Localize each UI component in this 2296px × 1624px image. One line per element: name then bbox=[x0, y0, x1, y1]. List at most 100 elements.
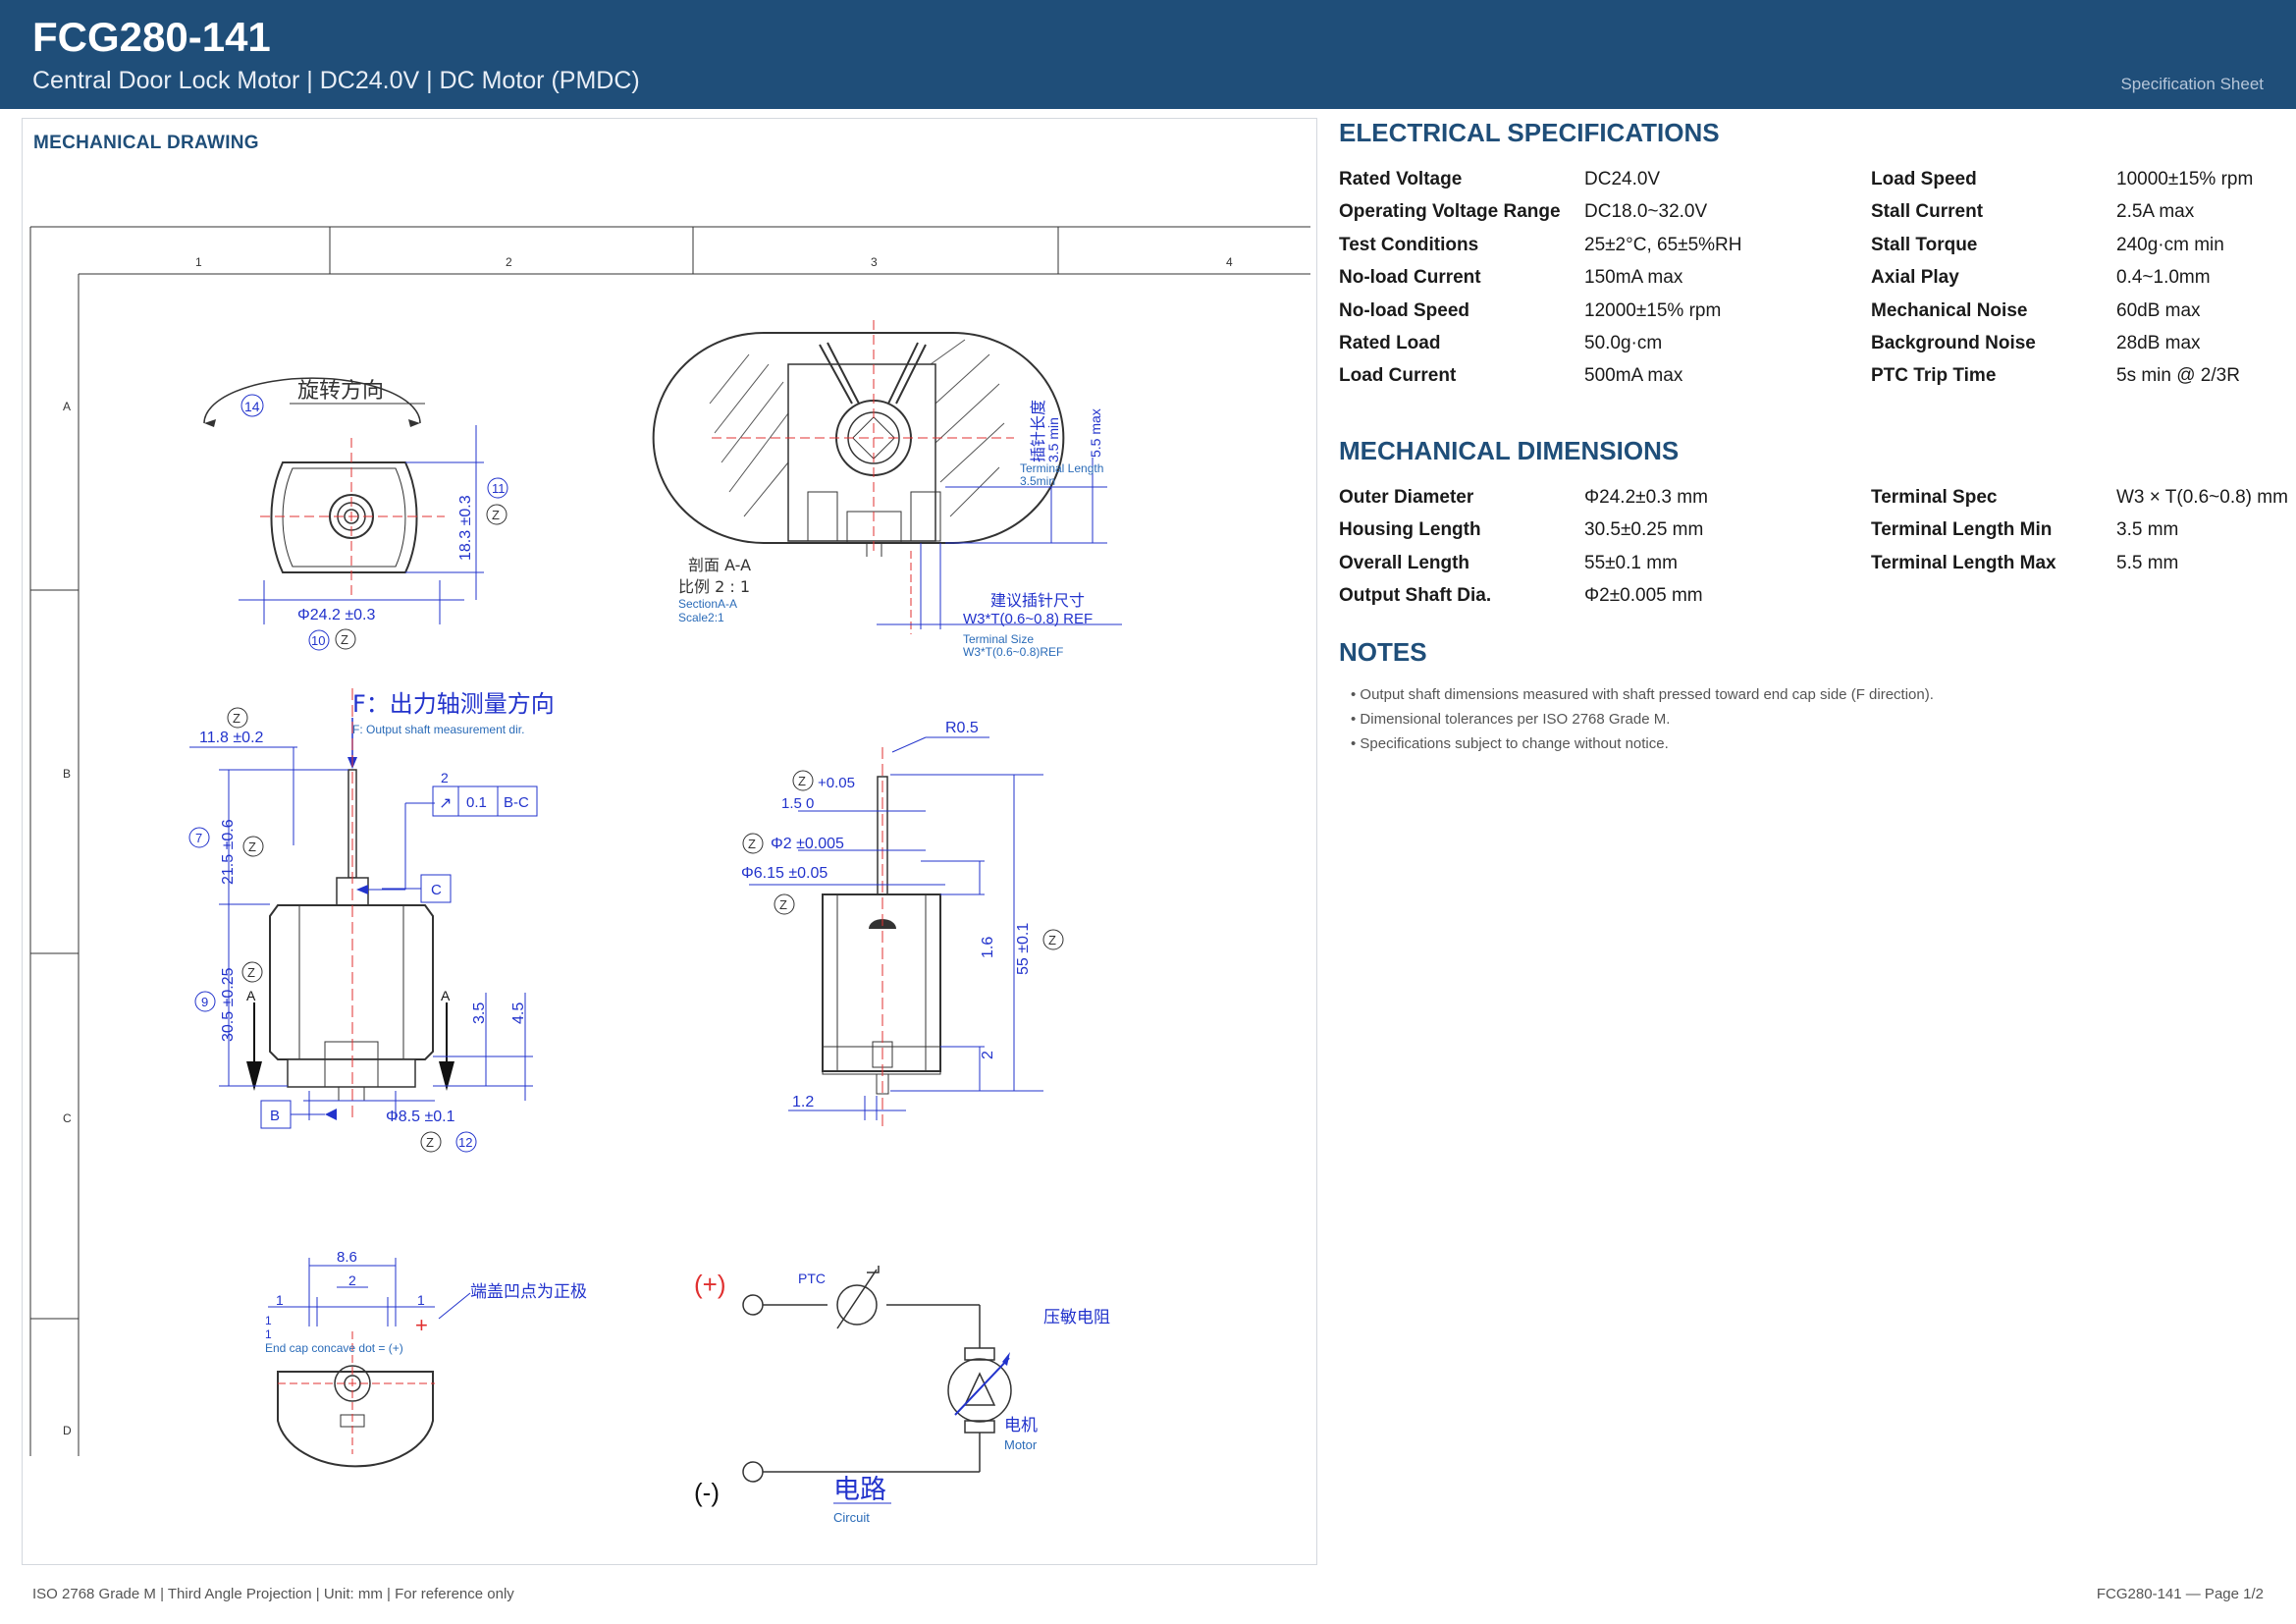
spec-key: Terminal Length Min bbox=[1871, 519, 2053, 541]
z-mark-2: Z bbox=[341, 632, 348, 647]
section-a-left: A bbox=[246, 988, 256, 1003]
spec-key: Output Shaft Dia. bbox=[1339, 584, 1492, 606]
frame-row-c: C bbox=[63, 1111, 72, 1125]
spec-value: 60dB max bbox=[2116, 299, 2201, 321]
z-mark-7: Z bbox=[798, 774, 806, 788]
pin-size-cn: 建议插针尺寸 bbox=[990, 591, 1085, 610]
z-mark-3: Z bbox=[233, 711, 240, 726]
scale-en: Scale2:1 bbox=[678, 611, 724, 624]
bubble-9: 9 bbox=[201, 995, 208, 1009]
spec-value: DC24.0V bbox=[1584, 169, 1661, 189]
spec-value: Φ24.2±0.3 mm bbox=[1584, 486, 1708, 508]
end-view-top: 旋转方向 14 18.3 ±0.3 11 Z Φ24.2 ±0.3 10 Z bbox=[203, 377, 508, 651]
section-en: SectionA-A bbox=[678, 597, 737, 611]
specifications-column: ELECTRICAL SPECIFICATIONS Rated Voltage … bbox=[1339, 118, 2296, 756]
dim-55: 55 ±0.1 bbox=[1015, 923, 1032, 975]
spec-value: 3.5 mm bbox=[2116, 519, 2179, 541]
spec-key: Housing Length bbox=[1339, 519, 1481, 541]
force-direction-en: F: Output shaft measurement dir. bbox=[352, 723, 524, 736]
dim-1-6: 1.6 bbox=[980, 937, 996, 958]
mechanical-title: MECHANICAL DIMENSIONS bbox=[1339, 435, 1680, 465]
dim-2-endcap: 2 bbox=[348, 1272, 356, 1288]
circuit-cn-label: 电路 bbox=[833, 1475, 886, 1505]
end-cap-plus: + bbox=[415, 1313, 428, 1337]
dim-diameter-24-2: Φ24.2 ±0.3 bbox=[297, 607, 375, 623]
spec-key: Terminal Spec bbox=[1871, 486, 1998, 508]
dim-11-8: 11.8 ±0.2 bbox=[199, 730, 264, 746]
spec-value: 28dB max bbox=[2116, 332, 2201, 353]
spec-value: 30.5±0.25 mm bbox=[1584, 519, 1704, 541]
spec-value: 5s min @ 2/3R bbox=[2116, 365, 2240, 387]
datum-b: B bbox=[270, 1108, 280, 1124]
spec-key: Terminal Length Max bbox=[1871, 552, 2056, 573]
bubble-14: 14 bbox=[244, 399, 260, 414]
spec-value: 12000±15% rpm bbox=[1584, 299, 1722, 321]
end-cap-polarity-cn: 端盖凹点为正极 bbox=[470, 1282, 587, 1302]
spec-value: 0.4~1.0mm bbox=[2116, 267, 2211, 289]
notes-list: • Output shaft dimensions measured with … bbox=[1339, 682, 2296, 756]
circuit-diagram: (+) (-) PTC 压敏电阻 电机 Motor 电路 Circuit bbox=[694, 1266, 1110, 1525]
sheet-label: Specification Sheet bbox=[2120, 75, 2264, 93]
spec-value: 10000±15% rpm bbox=[2116, 169, 2254, 189]
spec-value: 500mA max bbox=[1584, 365, 1683, 387]
varistor-label: 压敏电阻 bbox=[1043, 1308, 1110, 1327]
side-view: F：出力轴测量方向 F: Output shaft measurement di… bbox=[188, 688, 555, 1153]
terminal-size-dim: W3*T(0.6~0.8)REF bbox=[963, 645, 1063, 659]
dim-1-2: 1.2 bbox=[792, 1094, 814, 1110]
dim-1-a: 1 bbox=[265, 1314, 272, 1327]
dim-1-left: 1 bbox=[276, 1292, 284, 1308]
dim-phi-6-15: Φ6.15 ±0.05 bbox=[741, 865, 828, 882]
spec-key: Rated Voltage bbox=[1339, 169, 1463, 189]
z-mark-1: Z bbox=[492, 508, 500, 522]
dim-1-right: 1 bbox=[417, 1292, 425, 1308]
circuit-en-label: Circuit bbox=[833, 1510, 870, 1525]
spec-key: Outer Diameter bbox=[1339, 486, 1474, 508]
radius-r05: R0.5 bbox=[945, 720, 979, 736]
spec-value: Φ2±0.005 mm bbox=[1584, 584, 1703, 606]
spec-key: Stall Torque bbox=[1871, 234, 1978, 255]
frame-col-3: 3 bbox=[871, 255, 878, 269]
tol-num-2: 2 bbox=[441, 770, 449, 785]
ptc-label: PTC bbox=[798, 1271, 826, 1286]
circuit-minus: (-) bbox=[694, 1478, 720, 1507]
datum-c: C bbox=[431, 882, 442, 898]
note-item: • Dimensional tolerances per ISO 2768 Gr… bbox=[1351, 711, 1671, 729]
header-bar: FCG280-141 Central Door Lock Motor | DC2… bbox=[0, 0, 2296, 109]
dim-3-5-min: 3.5 min bbox=[1045, 417, 1061, 462]
z-mark-5: Z bbox=[247, 965, 255, 980]
note-item: • Output shaft dimensions measured with … bbox=[1351, 686, 1934, 704]
spec-key: Background Noise bbox=[1871, 332, 2036, 353]
z-mark-6: Z bbox=[426, 1135, 434, 1150]
force-direction-title: F：出力轴测量方向 bbox=[352, 690, 555, 718]
spec-value: 5.5 mm bbox=[2116, 552, 2179, 573]
spec-value: W3 × T(0.6~0.8) mm bbox=[2116, 486, 2288, 508]
spec-key: Load Current bbox=[1339, 365, 1457, 387]
electrical-title: ELECTRICAL SPECIFICATIONS bbox=[1339, 118, 1720, 147]
dim-1-b: 1 bbox=[265, 1327, 272, 1341]
mechanical-table: Outer Diameter Φ24.2±0.3 mm Terminal Spe… bbox=[1339, 481, 2296, 613]
rotation-label: 旋转方向 bbox=[297, 379, 384, 404]
terminal-size-label: Terminal Size bbox=[963, 632, 1034, 646]
spec-key: Overall Length bbox=[1339, 552, 1470, 573]
terminal-length-min: 3.5min bbox=[1020, 474, 1055, 488]
z-mark-4: Z bbox=[248, 839, 256, 854]
spec-value: 2.5A max bbox=[2116, 201, 2195, 223]
document-title: FCG280-141 bbox=[32, 14, 271, 60]
mechanical-drawing-panel: MECHANICAL DRAWING 1 2 3 4 A B C D 旋转方向 … bbox=[22, 118, 1317, 1565]
section-label: 剖面 A-A bbox=[688, 556, 751, 574]
scale-label: 比例 2 : 1 bbox=[678, 577, 750, 596]
bubble-7: 7 bbox=[195, 831, 202, 845]
spec-value: 150mA max bbox=[1584, 267, 1683, 289]
tol-plus-0-05: +0.05 bbox=[818, 775, 855, 791]
section-a-a: 插针长度 3.5 min 5.5 max Terminal Length 3.5… bbox=[652, 320, 1122, 659]
spec-key: Mechanical Noise bbox=[1871, 299, 2028, 321]
tol-datum-ref: B-C bbox=[504, 794, 529, 811]
circuit-plus: (+) bbox=[694, 1270, 726, 1299]
spec-value: 55±0.1 mm bbox=[1584, 552, 1678, 573]
frame-col-2: 2 bbox=[506, 255, 512, 269]
tol-value: 0.1 bbox=[466, 794, 487, 811]
motor-cn-label: 电机 bbox=[1004, 1416, 1038, 1435]
dim-height-18-3: 18.3 ±0.3 bbox=[457, 495, 474, 561]
bubble-10: 10 bbox=[311, 633, 325, 648]
note-item: • Specifications subject to change witho… bbox=[1351, 735, 1669, 753]
